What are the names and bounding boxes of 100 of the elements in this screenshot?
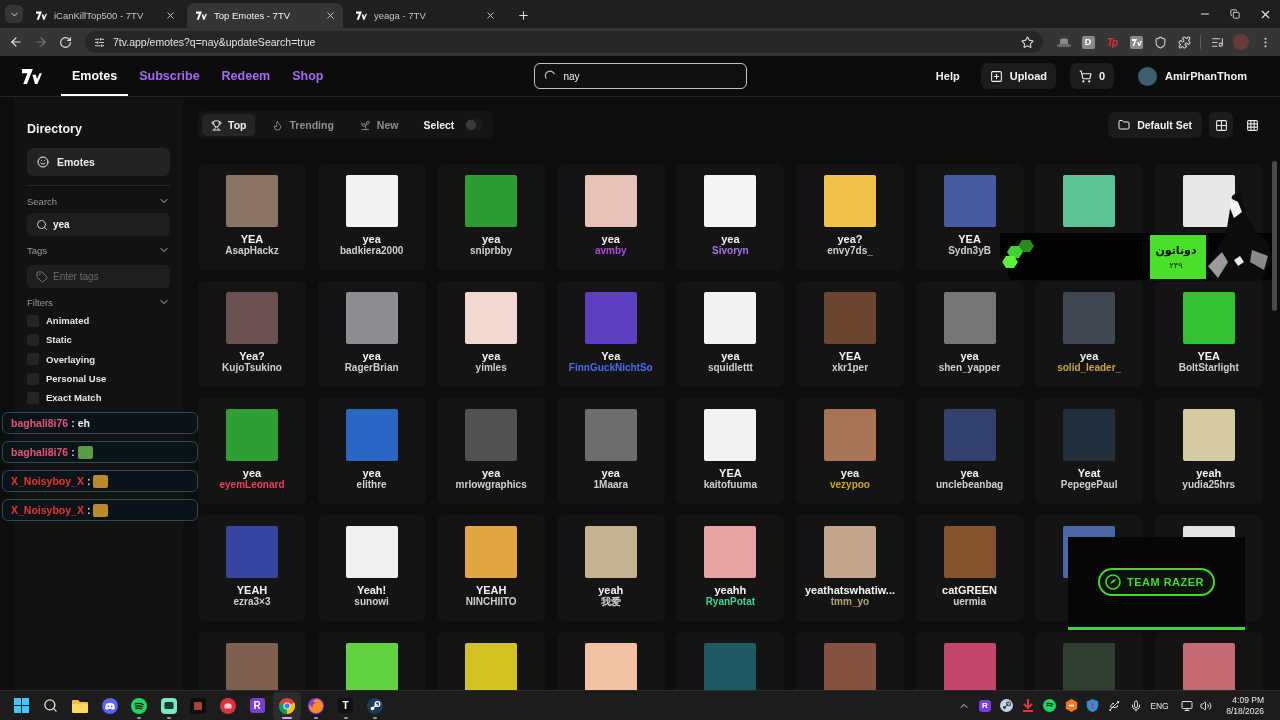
search-field[interactable]: yea <box>27 213 170 236</box>
taskbar-app-button[interactable]: T <box>331 691 360 720</box>
shield-icon <box>1153 35 1167 49</box>
sort-tab[interactable]: Top <box>202 114 256 136</box>
upload-button[interactable]: Upload <box>980 63 1056 89</box>
section-label: Tags <box>27 244 48 256</box>
browser-tab[interactable]: Top Emotes - 7TV <box>187 3 343 28</box>
emote-author: AsapHackz <box>225 245 279 256</box>
section-toggle[interactable]: Search <box>27 195 170 207</box>
emote-name: yeathatswhatiw... <box>804 584 895 596</box>
language-indicator[interactable]: ENG <box>1150 700 1169 711</box>
taskbar-app-button[interactable]: R <box>243 691 271 720</box>
taskbar-app-button[interactable] <box>272 691 301 720</box>
four-squares-icon <box>13 698 29 713</box>
chat-separator: : <box>86 504 91 516</box>
sidebar-title: Directory <box>27 122 83 136</box>
search-field[interactable]: nay <box>533 63 747 89</box>
tray-button[interactable]: R <box>974 692 996 719</box>
emote-card[interactable]: YEA AsapHackz <box>198 164 306 270</box>
emote-name: yea <box>242 467 262 479</box>
scrollbar-thumb[interactable] <box>1272 161 1277 311</box>
emote-card[interactable]: yeah 我爱 <box>556 515 665 621</box>
view-mode-button[interactable] <box>1209 112 1233 138</box>
sort-tab[interactable]: Trending <box>263 114 343 136</box>
chat-emote-image <box>77 445 93 459</box>
emote-card[interactable]: yea eyemLeonard <box>198 398 306 504</box>
section-toggle[interactable]: Tags <box>27 244 170 256</box>
emote-author: solid_leader_ <box>1057 362 1122 373</box>
emote-image <box>584 643 637 690</box>
nav-link[interactable]: Subscribe <box>128 56 211 96</box>
emote-image <box>345 643 398 690</box>
arrow-right-icon <box>33 35 48 49</box>
emote-card[interactable]: Yeah! sunowi <box>317 515 426 621</box>
emote-author: shen_yapper <box>938 362 1001 373</box>
cart-button[interactable]: 0 <box>1069 63 1115 89</box>
emote-card[interactable]: YEAH NINCHIITO <box>437 515 546 621</box>
emote-card[interactable]: catGREEN uermia <box>915 515 1024 621</box>
emote-image <box>1182 175 1235 227</box>
chat-text: eh <box>77 417 90 429</box>
emote-card[interactable]: Yeat PepegePaul <box>1035 398 1144 504</box>
section-toggle[interactable]: Filters <box>27 296 170 308</box>
emote-author: xkr1per <box>831 362 869 373</box>
emotes-button[interactable]: Emotes <box>27 148 170 176</box>
browser-tab[interactable]: iCanKillTop500 - 7TV <box>27 3 183 28</box>
logo-icon <box>356 11 367 20</box>
emote-card[interactable]: yea Sivoryn <box>676 164 785 270</box>
tab-search-button[interactable] <box>5 5 23 23</box>
select-toggle[interactable] <box>465 119 484 131</box>
emote-card[interactable]: yea RagerBrian <box>317 281 426 387</box>
emote-card[interactable]: yea sniprbby <box>437 164 546 270</box>
puzzle-icon <box>1177 35 1191 49</box>
emote-image <box>704 409 757 461</box>
emote-card[interactable]: YEA Sydn3yB <box>915 164 1024 270</box>
nav-link[interactable]: Shop <box>281 56 335 96</box>
emote-card[interactable]: yea solid_leader_ <box>1035 281 1144 387</box>
emote-card[interactable]: yeahh RyanPotat <box>676 515 785 621</box>
emote-author: sniprbby <box>470 245 513 256</box>
help-link[interactable]: Help <box>935 70 960 82</box>
emote-card[interactable]: Yea? KujoTsukino <box>198 281 306 387</box>
user-menu[interactable]: AmirPhanThom <box>1138 66 1258 86</box>
emote-card[interactable]: yea unclebeanbag <box>915 398 1024 504</box>
emote-image <box>823 175 876 227</box>
emote-image <box>345 175 398 227</box>
emote-author: 我爱 <box>600 596 621 607</box>
emote-card[interactable]: yea yimles <box>437 281 546 387</box>
emote-card[interactable]: YEAH ezra3×3 <box>198 515 306 621</box>
emote-name: yea <box>960 350 979 362</box>
emote-card[interactable]: YEA BoltStarlight <box>1154 281 1263 387</box>
emote-set-button[interactable]: Default Set <box>1108 112 1202 138</box>
checkbox-label: Exact Match <box>46 392 102 404</box>
emote-image <box>226 643 278 690</box>
emote-name: yeah <box>598 584 624 596</box>
emote-card[interactable]: YEA xkr1per <box>795 281 904 387</box>
emote-card[interactable]: yea shen_yapper <box>915 281 1024 387</box>
emote-image <box>465 175 518 227</box>
emote-card[interactable]: yea elithre <box>317 398 426 504</box>
clock[interactable]: 4:09 PM 8/18/2026 <box>1226 694 1264 717</box>
download-arrow-icon <box>1022 699 1034 712</box>
emote-card[interactable]: yeathatswhatiw... tmm_yo <box>795 515 904 621</box>
emote-card[interactable]: YEA kaitofuuma <box>676 398 785 504</box>
nav-link[interactable]: Redeem <box>210 56 282 96</box>
emote-card[interactable]: yea badkiera2000 <box>317 164 426 270</box>
emote-card[interactable]: yeah yudia25hrs <box>1154 398 1263 504</box>
emote-card[interactable]: yea mrlowgraphics <box>437 398 546 504</box>
dense-grid-icon <box>1245 118 1259 132</box>
emote-card[interactable]: yea? envy7ds_ <box>795 164 904 270</box>
emote-name: yea <box>721 233 740 245</box>
emote-card[interactable]: yea squidlettt <box>676 281 785 387</box>
emote-card[interactable]: yea vezypoo <box>795 398 904 504</box>
emote-card[interactable]: yea 1Maara <box>556 398 665 504</box>
address-bar[interactable]: 7tv.app/emotes?q=nay&updateSearch=true <box>85 31 1043 53</box>
emote-name: yeahh <box>714 584 747 596</box>
browser-tab[interactable]: yeaga - 7TV <box>347 3 503 28</box>
emote-card[interactable]: Yea FinnGuckNichtSo <box>556 281 665 387</box>
bookmark-button[interactable] <box>1019 34 1035 50</box>
emote-image <box>1063 409 1116 461</box>
emote-card[interactable]: yea avmby <box>556 164 665 270</box>
emote-name: YEA <box>1197 350 1221 362</box>
emote-author: KujoTsukino <box>222 362 282 373</box>
sort-tab[interactable]: New <box>350 114 408 136</box>
